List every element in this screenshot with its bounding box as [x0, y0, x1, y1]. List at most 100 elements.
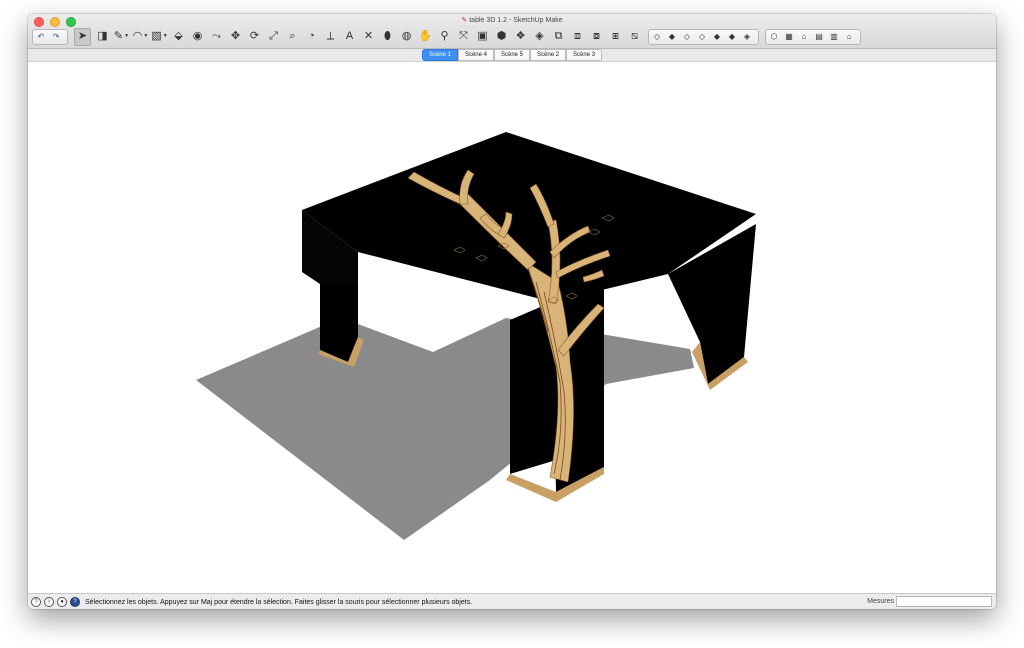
redo-icon[interactable]: ↷ — [50, 31, 62, 43]
back-edges-style-icon[interactable]: ◆ — [666, 31, 678, 43]
section-display-icon: ⧆ — [612, 30, 619, 42]
wireframe-style-icon[interactable]: ◇ — [681, 31, 693, 43]
section-display-tool[interactable]: ⧆ — [608, 29, 623, 45]
pan-tool[interactable]: ✋ — [418, 29, 433, 45]
window-title: table 3D 1.2 - SketchUp Make — [469, 17, 563, 24]
axes-tool[interactable]: ✕ — [361, 29, 376, 45]
section-plane-icon: ⧇ — [593, 30, 600, 42]
dimension-icon: ⟂ — [326, 30, 335, 42]
front-view-icon[interactable]: ⌂ — [798, 31, 810, 43]
scene-tab-5[interactable]: Scène 3 — [566, 49, 603, 61]
push-pull-icon: ⬙ — [174, 30, 183, 42]
model-viewport[interactable] — [28, 62, 996, 593]
views-group: ⬡ ▦ ⌂ ▤ ▥ ⌂ — [765, 28, 861, 45]
hidden-line-style-icon: ◇ — [698, 31, 706, 41]
protractor-tool[interactable]: ◔ — [304, 29, 319, 45]
extension-warehouse-icon: ⬢ — [496, 30, 507, 42]
photo-textures-icon: ◈ — [535, 30, 544, 42]
undo-icon: ↶ — [37, 31, 45, 41]
extension-warehouse-tool[interactable]: ⬢ — [494, 29, 509, 45]
follow-me-tool[interactable]: ⤳ — [209, 29, 224, 45]
text-tool[interactable]: A — [342, 29, 357, 45]
arc-tool[interactable]: ◠ ▼ — [132, 29, 149, 45]
left-view-icon[interactable]: ⌂ — [843, 31, 855, 43]
eraser-tool[interactable]: ◨ — [95, 29, 110, 45]
scene-tab-3[interactable]: Scène 5 — [493, 49, 531, 61]
section-cut-tool[interactable]: ⧅ — [627, 29, 642, 45]
table-leg-back-left — [320, 284, 358, 362]
xray-style-icon: ◇ — [653, 31, 661, 41]
measurements-input[interactable] — [896, 596, 992, 607]
scale-icon: ⤢ — [269, 30, 278, 42]
chevron-down-icon: ▼ — [143, 33, 149, 39]
shaded-style-icon[interactable]: ◆ — [711, 31, 723, 43]
main-toolbar: ↶ ↷ ➤ ◨ ✎ ▼ ◠ ▼ ▧ ▼ ⬙ ◉ ⤳ ✥ ⟳ ⤢ ⌕ ◔ ⟂ A ✕ ⬮ ◍ ✋ ⚲ ⤧ ▣ ⬢ ❖ ◈ ⧉ ⧈ ⧇ ⧆ ⧅ ◇ ◆ ◇ ◇ ◆… — [32, 26, 992, 47]
move-icon: ✥ — [230, 30, 241, 42]
shape-tool[interactable]: ▧ ▼ — [151, 29, 167, 45]
iso-view-icon[interactable]: ⬡ — [768, 31, 780, 43]
monochrome-style-icon[interactable]: ◈ — [741, 31, 753, 43]
credits-icon[interactable]: i — [44, 597, 54, 607]
shaded-textures-style-icon[interactable]: ◆ — [726, 31, 738, 43]
rotate-icon: ⟳ — [249, 30, 260, 42]
model-canvas[interactable] — [28, 62, 996, 593]
share-model-tool[interactable]: ⧉ — [551, 29, 566, 45]
undo-icon[interactable]: ↶ — [35, 31, 47, 43]
components-icon: ❖ — [515, 30, 526, 42]
line-icon: ✎ — [113, 30, 124, 42]
zoom-tool[interactable]: ⚲ — [437, 29, 452, 45]
scene-tab-2[interactable]: Scène 4 — [457, 49, 494, 61]
paint-bucket-tool[interactable]: ⬮ — [380, 29, 395, 45]
user-account-icon[interactable]: ● — [57, 597, 67, 607]
wireframe-style-icon: ◇ — [683, 31, 691, 41]
scene-tab-1[interactable]: Scène 1 — [421, 49, 458, 61]
arc-icon: ◠ — [132, 30, 143, 42]
photo-textures-tool[interactable]: ◈ — [532, 29, 547, 45]
select-tool[interactable]: ➤ — [74, 27, 91, 46]
orbit-icon: ◍ — [401, 30, 412, 42]
left-view-icon: ⌂ — [846, 31, 852, 41]
status-message: Sélectionnez les objets. Appuyez sur Maj… — [85, 598, 473, 606]
layout-tool[interactable]: ⧈ — [570, 29, 585, 45]
line-tool[interactable]: ✎ ▼ — [114, 29, 129, 45]
rotate-tool[interactable]: ⟳ — [247, 29, 262, 45]
hidden-line-style-icon[interactable]: ◇ — [696, 31, 708, 43]
measurements-label: Mesures — [867, 598, 894, 605]
dimension-tool[interactable]: ⟂ — [323, 29, 338, 45]
share-model-icon: ⧉ — [554, 30, 563, 42]
shape-icon: ▧ — [151, 30, 162, 42]
components-tool[interactable]: ❖ — [513, 29, 528, 45]
pan-icon: ✋ — [418, 30, 433, 42]
section-plane-tool[interactable]: ⧇ — [589, 29, 604, 45]
orbit-tool[interactable]: ◍ — [399, 29, 414, 45]
window-title-wrap: ✎ table 3D 1.2 - SketchUp Make — [28, 16, 996, 24]
xray-style-icon[interactable]: ◇ — [651, 31, 663, 43]
zoom-icon: ⚲ — [440, 30, 449, 42]
push-pull-tool[interactable]: ⬙ — [171, 29, 186, 45]
shaded-textures-style-icon: ◆ — [728, 31, 736, 41]
redo-icon: ↷ — [52, 31, 60, 41]
shaded-style-icon: ◆ — [713, 31, 721, 41]
chevron-down-icon: ▼ — [124, 33, 130, 39]
back-view-icon: ▥ — [830, 31, 838, 41]
geo-location-icon[interactable]: ? — [31, 597, 41, 607]
top-view-icon[interactable]: ▦ — [783, 31, 795, 43]
back-edges-style-icon: ◆ — [668, 31, 676, 41]
scene-tab-4[interactable]: Scène 2 — [530, 49, 567, 61]
eraser-icon: ◨ — [97, 30, 108, 42]
move-tool[interactable]: ✥ — [228, 29, 243, 45]
offset-tool[interactable]: ◉ — [190, 29, 205, 45]
monochrome-style-icon: ◈ — [743, 31, 751, 41]
back-view-icon[interactable]: ▥ — [828, 31, 840, 43]
scale-tool[interactable]: ⤢ — [266, 29, 281, 45]
axes-icon: ✕ — [363, 30, 374, 42]
right-view-icon[interactable]: ▤ — [813, 31, 825, 43]
tape-measure-tool[interactable]: ⌕ — [285, 29, 300, 45]
scene-tabs: Scène 1 Scène 4 Scène 5 Scène 2 Scène 3 — [28, 49, 996, 62]
zoom-extents-tool[interactable]: ⤧ — [456, 29, 471, 45]
right-view-icon: ▤ — [815, 31, 823, 41]
styles-group: ◇ ◆ ◇ ◇ ◆ ◆ ◈ — [648, 28, 759, 45]
help-icon[interactable]: ? — [70, 597, 80, 607]
warehouse-tool[interactable]: ▣ — [475, 29, 490, 45]
follow-me-icon: ⤳ — [212, 30, 221, 42]
